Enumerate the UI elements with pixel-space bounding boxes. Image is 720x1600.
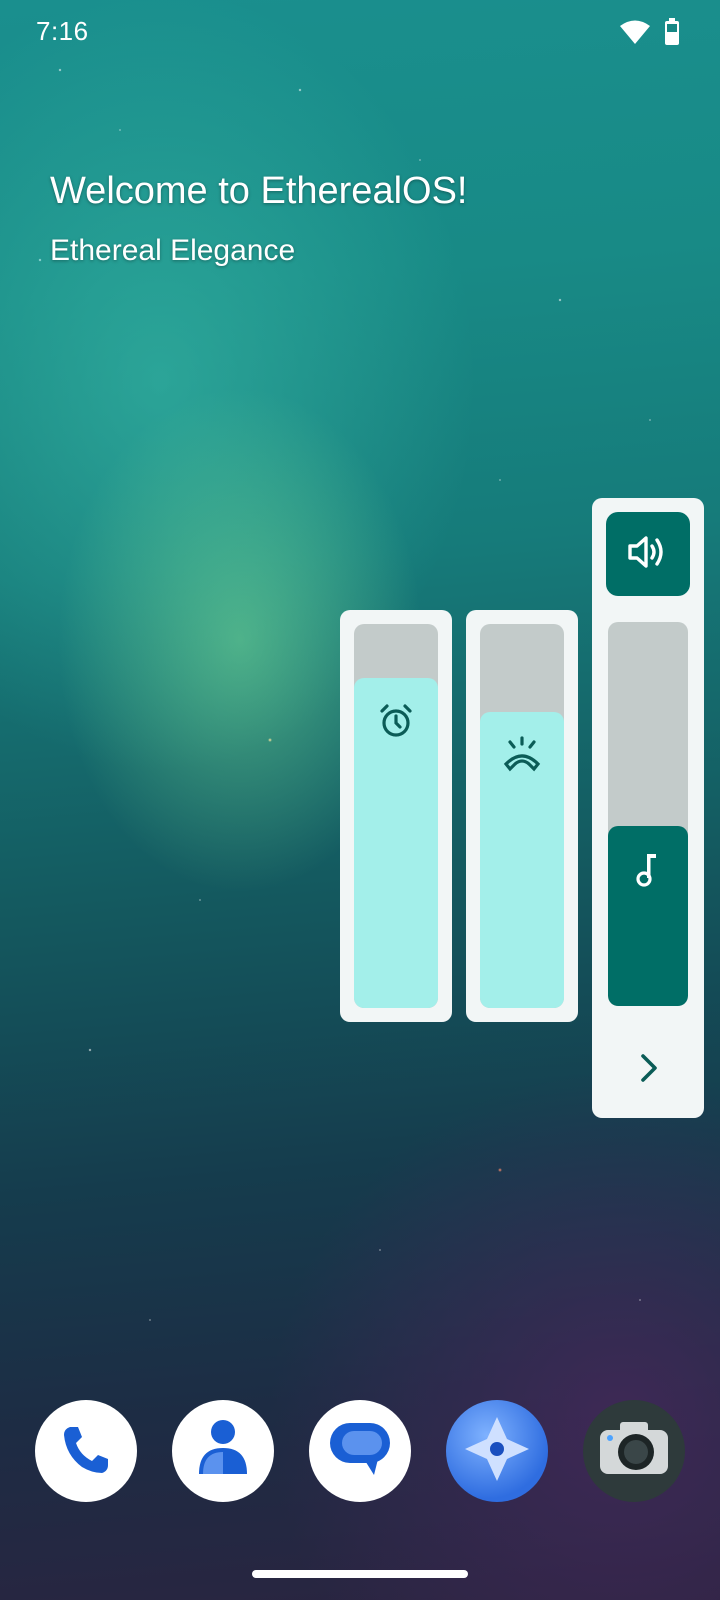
speaker-button[interactable] — [606, 512, 690, 596]
welcome-subtitle: Ethereal Elegance — [50, 234, 296, 267]
alarm-volume-fill — [354, 677, 438, 1008]
person-icon — [195, 1418, 251, 1485]
chevron-right-icon — [636, 1052, 660, 1089]
call-volume-fill — [480, 712, 564, 1008]
chat-bubble-icon — [326, 1419, 394, 1484]
speaker-icon — [627, 533, 669, 576]
contacts-app-button[interactable] — [172, 1400, 274, 1502]
launcher-app-button[interactable] — [446, 1400, 548, 1502]
media-volume-fill — [608, 825, 688, 1006]
welcome-title: Welcome to EtherealOS! — [50, 170, 468, 212]
battery-icon — [664, 18, 680, 51]
messages-app-button[interactable] — [309, 1400, 411, 1502]
alarm-volume-panel — [340, 610, 452, 1022]
status-bar: 7:16 — [0, 0, 720, 64]
camera-icon — [598, 1420, 670, 1483]
gesture-nav-handle[interactable] — [252, 1570, 468, 1578]
status-time: 7:16 — [36, 16, 89, 46]
phone-ring-icon — [500, 734, 544, 774]
media-volume-slider[interactable] — [608, 622, 688, 1006]
compass-icon — [457, 1409, 537, 1494]
expand-volume-button[interactable] — [620, 1042, 676, 1098]
alarm-volume-slider[interactable] — [354, 624, 438, 1008]
camera-app-button[interactable] — [583, 1400, 685, 1502]
status-icons — [620, 18, 680, 51]
phone-icon — [58, 1421, 114, 1482]
media-volume-panel — [592, 498, 704, 1118]
music-note-icon — [634, 852, 662, 888]
call-volume-slider[interactable] — [480, 624, 564, 1008]
wifi-icon — [620, 19, 650, 50]
alarm-clock-icon — [377, 702, 415, 740]
phone-app-button[interactable] — [35, 1400, 137, 1502]
call-volume-panel — [466, 610, 578, 1022]
